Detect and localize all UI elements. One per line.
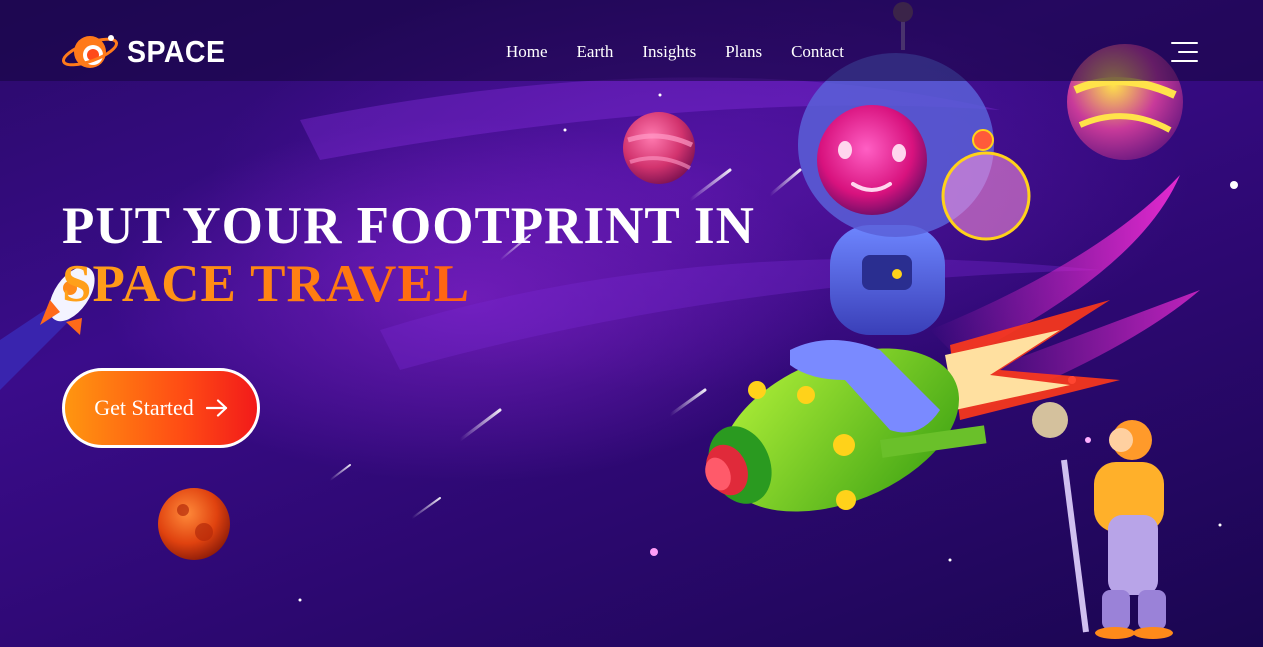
shooting-star [688,168,732,202]
main-nav: Home Earth Insights Plans Contact [506,42,873,62]
star [650,548,658,556]
astronaut-standing [1032,402,1173,639]
shooting-star [668,388,707,417]
brand-name: SPACE [127,34,226,69]
space-illustration [0,2,1238,639]
nav-link-home[interactable]: Home [506,42,548,62]
hero-title-line1: PUT YOUR FOOTPRINT IN [62,197,755,255]
star [1085,437,1091,443]
crater [195,523,213,541]
star [1218,523,1222,527]
nav-link-plans[interactable]: Plans [725,42,762,62]
get-started-label: Get Started [94,395,194,420]
hero-heading: PUT YOUR FOOTPRINT IN SPACE TRAVEL [62,198,755,314]
shooting-star [411,497,441,519]
arrow-right-icon [205,399,227,417]
hero-title-line2: SPACE TRAVEL [62,254,755,314]
star [1230,181,1238,189]
shooting-star [768,168,802,197]
menu-bar [1171,42,1198,44]
nav-link-insights[interactable]: Insights [642,42,696,62]
crater [177,504,189,516]
planet-logo-icon [62,35,118,68]
shooting-star [329,464,351,481]
shooting-star [458,408,502,442]
menu-bar [1171,60,1198,62]
brand-logo[interactable]: SPACE [61,30,234,74]
star [298,598,302,602]
nav-link-earth[interactable]: Earth [577,42,614,62]
orange-planet [158,488,230,560]
get-started-button[interactable]: Get Started [62,368,260,448]
star [563,128,567,132]
top-navbar: SPACE Home Earth Insights Plans Contact [0,0,1263,81]
nav-link-contact[interactable]: Contact [791,42,844,62]
menu-bar [1178,51,1198,53]
star [948,558,952,562]
hamburger-menu-icon[interactable] [1171,42,1198,69]
star [658,93,662,97]
pink-planet [623,112,695,184]
